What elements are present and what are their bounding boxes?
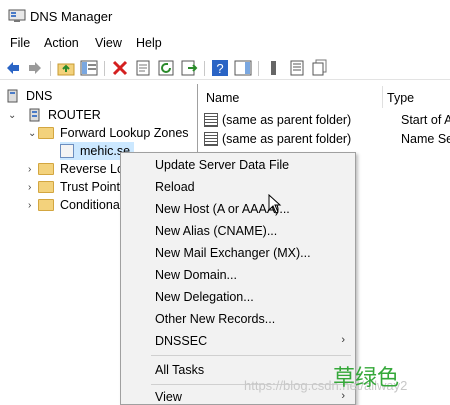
- column-header-name[interactable]: Name: [206, 91, 239, 113]
- record-icon: [204, 132, 218, 146]
- zone-icon: [60, 144, 74, 158]
- toolbar: ?: [0, 56, 450, 80]
- copy-icon[interactable]: [311, 59, 329, 77]
- export-list-icon[interactable]: [180, 59, 198, 77]
- menu-view[interactable]: View: [95, 36, 122, 50]
- chevron-down-icon[interactable]: ⌄: [8, 110, 18, 121]
- folder-icon: [38, 199, 54, 211]
- menu-help[interactable]: Help: [136, 36, 162, 50]
- menu-item-new-domain[interactable]: New Domain...: [155, 268, 237, 282]
- properties-icon[interactable]: [134, 59, 152, 77]
- mouse-cursor-icon: [268, 194, 282, 214]
- back-icon[interactable]: [4, 59, 22, 77]
- watermark-label: 草绿色: [333, 366, 400, 391]
- tree-label-dns: DNS: [26, 89, 53, 103]
- tree-item-conditional-forwarders[interactable]: › Conditiona: [28, 196, 120, 214]
- menu-item-view[interactable]: View: [155, 390, 182, 404]
- tree-item-dns[interactable]: DNS: [6, 87, 52, 105]
- tree-label-trust: Trust Point: [60, 180, 120, 194]
- menu-item-dnssec[interactable]: DNSSEC: [155, 334, 207, 348]
- column-header-type[interactable]: Type: [387, 91, 414, 113]
- server-icon: [29, 108, 40, 122]
- record-type: Start of Auth: [401, 113, 450, 127]
- folder-icon: [38, 181, 54, 193]
- list-row[interactable]: (same as parent folder) Start of Auth: [204, 111, 450, 129]
- menu-item-new-mail-exchanger[interactable]: New Mail Exchanger (MX)...: [155, 246, 311, 260]
- chevron-right-icon[interactable]: ›: [28, 182, 38, 193]
- list-row[interactable]: (same as parent folder) Name Serve: [204, 130, 450, 148]
- tree-label-router: ROUTER: [48, 108, 101, 122]
- toolbar-separator: [50, 61, 51, 76]
- record-name: (same as parent folder): [222, 132, 352, 146]
- menu-file[interactable]: File: [10, 36, 30, 50]
- record-type: Name Serve: [401, 132, 450, 146]
- help-icon[interactable]: ?: [211, 59, 229, 77]
- record-name: (same as parent folder): [222, 113, 352, 127]
- tree-item-router[interactable]: ⌄ ROUTER: [8, 106, 101, 124]
- forward-icon[interactable]: [26, 59, 44, 77]
- show-action-pane-icon[interactable]: [234, 59, 252, 77]
- chevron-right-icon[interactable]: ›: [28, 200, 38, 211]
- folder-icon: [38, 127, 54, 139]
- tree-item-reverse-lookup-zones[interactable]: › Reverse Lo: [28, 160, 124, 178]
- dns-icon: [7, 89, 18, 103]
- menu-bar: File Action View Help: [0, 34, 450, 54]
- menu-item-new-delegation[interactable]: New Delegation...: [155, 290, 254, 304]
- menu-item-update-server-data-file[interactable]: Update Server Data File: [155, 158, 289, 172]
- chevron-right-icon[interactable]: ›: [28, 164, 38, 175]
- tree-label-conditional: Conditiona: [60, 198, 120, 212]
- refresh-icon[interactable]: [157, 59, 175, 77]
- delete-icon[interactable]: [111, 59, 129, 77]
- record-icon: [204, 113, 218, 127]
- menu-separator: [151, 355, 351, 356]
- tree-label-forward: Forward Lookup Zones: [60, 126, 189, 140]
- tree-item-trust-points[interactable]: › Trust Point: [28, 178, 120, 196]
- toolbar-separator: [204, 61, 205, 76]
- context-menu: Update Server Data File Reload New Host …: [120, 152, 356, 405]
- menu-item-all-tasks[interactable]: All Tasks: [155, 363, 204, 377]
- folder-icon: [38, 163, 54, 175]
- tree-label-reverse: Reverse Lo: [60, 162, 124, 176]
- title-bar: DNS Manager: [0, 0, 450, 32]
- up-folder-icon[interactable]: [57, 59, 75, 77]
- chevron-down-icon[interactable]: ⌄: [28, 128, 38, 139]
- svg-text:?: ?: [216, 61, 223, 76]
- menu-action[interactable]: Action: [44, 36, 79, 50]
- dns-manager-icon: [8, 9, 26, 22]
- column-divider[interactable]: [382, 86, 383, 108]
- zone-list-icon[interactable]: [265, 59, 283, 77]
- record-icon[interactable]: [288, 59, 306, 77]
- tree-item-forward-lookup-zones[interactable]: ⌄ Forward Lookup Zones: [28, 124, 189, 142]
- submenu-arrow-icon: ›: [341, 334, 345, 346]
- show-hide-tree-icon[interactable]: [80, 59, 98, 77]
- window-title: DNS Manager: [30, 9, 113, 24]
- toolbar-separator: [258, 61, 259, 76]
- menu-item-reload[interactable]: Reload: [155, 180, 195, 194]
- menu-item-new-alias[interactable]: New Alias (CNAME)...: [155, 224, 277, 238]
- menu-item-other-new-records[interactable]: Other New Records...: [155, 312, 275, 326]
- toolbar-separator: [104, 61, 105, 76]
